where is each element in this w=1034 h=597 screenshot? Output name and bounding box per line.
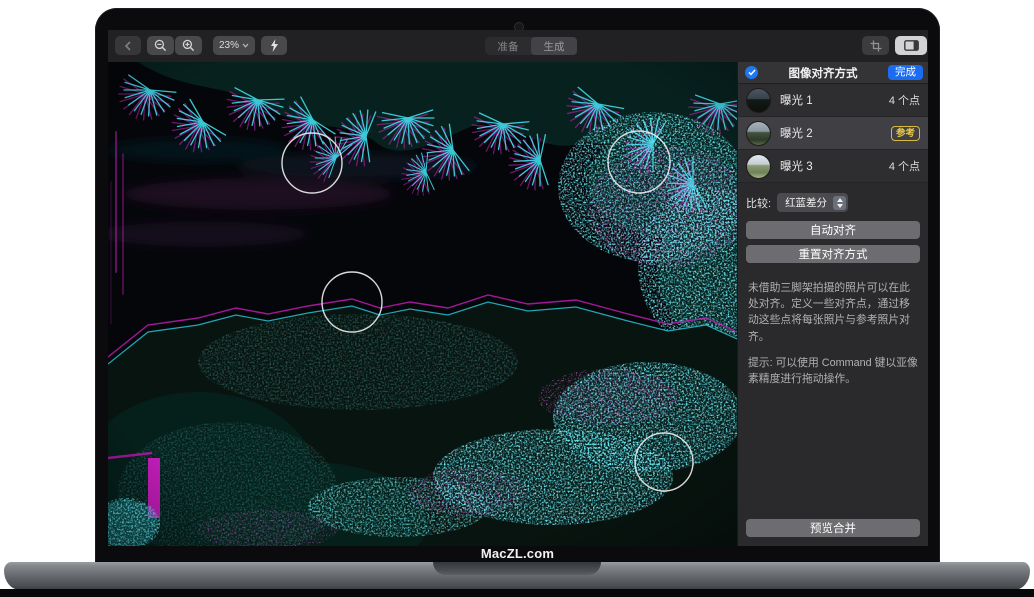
compare-value: 红蓝差分 [785, 195, 827, 210]
reference-badge: 参考 [891, 126, 920, 141]
app-window: 23% 准备 生成 [108, 30, 928, 546]
image-canvas[interactable] [108, 62, 737, 546]
chevron-down-icon [242, 43, 249, 48]
chevron-left-icon [124, 41, 132, 51]
laptop-lid-notch [433, 562, 601, 575]
magnifier-minus-icon [154, 39, 167, 52]
panel-title: 图像对齐方式 [758, 65, 888, 81]
exposure-row-1[interactable]: 曝光 1 4 个点 [738, 84, 928, 117]
crop-icon [870, 40, 882, 52]
step-segmented-control: 准备 生成 [485, 37, 577, 55]
flash-button[interactable] [261, 36, 287, 55]
difference-preview [108, 62, 737, 546]
sidebar-toggle-button[interactable] [895, 36, 927, 55]
points-count: 4 个点 [889, 158, 920, 174]
exposure-label: 曝光 2 [780, 125, 891, 141]
panel-header: 图像对齐方式 完成 [738, 62, 928, 84]
reset-align-button[interactable]: 重置对齐方式 [746, 245, 920, 263]
magnifier-plus-icon [182, 39, 195, 52]
description-paragraph: 未借助三脚架拍摄的照片可以在此处对齐。定义一些对齐点，通过移动这些点将每张照片与… [748, 280, 918, 345]
zoom-in-button[interactable] [175, 36, 202, 55]
panel-description: 未借助三脚架拍摄的照片可以在此处对齐。定义一些对齐点，通过移动这些点将每张照片与… [748, 280, 918, 387]
crop-button[interactable] [862, 36, 889, 55]
check-circle-icon [745, 66, 758, 79]
screenshot: 23% 准备 生成 [0, 0, 1034, 597]
preview-merge-button[interactable]: 预览合并 [746, 519, 920, 537]
exposure-thumbnail-dark [746, 88, 771, 113]
brand-watermark: MacZL.com [95, 546, 940, 562]
exposure-row-3[interactable]: 曝光 3 4 个点 [738, 150, 928, 183]
zoom-out-button[interactable] [147, 36, 174, 55]
exposure-row-2[interactable]: 曝光 2 参考 [738, 117, 928, 150]
compare-row: 比较: 红蓝差分 [746, 193, 920, 212]
exposure-thumbnail-medium [746, 121, 771, 146]
exposure-thumbnail-bright [746, 154, 771, 179]
toolbar: 23% 准备 生成 [108, 30, 928, 63]
laptop-screen-bezel: 23% 准备 生成 [95, 8, 940, 563]
description-tip: 提示: 可以使用 Command 键以亚像素精度进行拖动操作。 [748, 355, 918, 387]
tab-prepare[interactable]: 准备 [485, 37, 531, 55]
done-button[interactable]: 完成 [888, 65, 923, 80]
alignment-panel: 图像对齐方式 完成 曝光 1 4 个点 曝光 2 参考 曝光 3 4 个点 [737, 62, 928, 546]
tab-generate[interactable]: 生成 [531, 37, 577, 55]
back-button[interactable] [115, 36, 141, 55]
surface-shadow [0, 589, 1034, 597]
zoom-level-value: 23% [219, 40, 239, 51]
lightning-icon [270, 39, 279, 52]
stepper-icon [833, 196, 846, 210]
exposure-label: 曝光 1 [780, 92, 889, 108]
compare-label: 比较: [746, 195, 771, 211]
auto-align-button[interactable]: 自动对齐 [746, 221, 920, 239]
compare-dropdown[interactable]: 红蓝差分 [777, 193, 848, 212]
points-count: 4 个点 [889, 92, 920, 108]
exposure-label: 曝光 3 [780, 158, 889, 174]
sidebar-icon [904, 40, 919, 51]
zoom-level-dropdown[interactable]: 23% [213, 36, 255, 55]
